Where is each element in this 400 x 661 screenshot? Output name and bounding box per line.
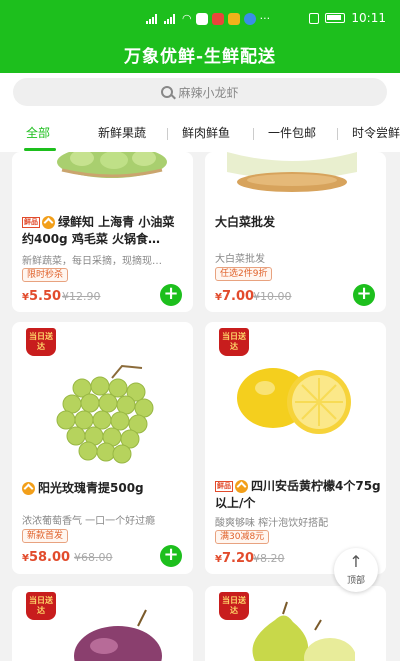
fresh-badge: 鲜品 [215, 481, 233, 492]
category-tabs: 全部 新鲜果蔬 鲜肉鲜鱼 一件包邮 时令尝鲜 [0, 118, 400, 152]
product-desc: 大白菜批发 [215, 254, 265, 265]
status-icons: ◠ ··· [146, 12, 270, 25]
wechat-icon [195, 12, 208, 25]
signal-icon [164, 13, 178, 24]
tab-divider [253, 128, 254, 140]
tab-divider [167, 128, 168, 140]
product-image [252, 601, 355, 661]
promo-tag: 满30减8元 [215, 530, 270, 544]
daily-delivery-badge: 当日送达 [26, 592, 56, 620]
promo-tag: 新款首发 [22, 529, 69, 543]
product-price: ¥7.20 [215, 551, 255, 566]
tab-all[interactable]: 全部 [26, 124, 50, 141]
product-price: ¥5.50 [22, 289, 62, 304]
app-notification-icon [243, 12, 256, 25]
daily-delivery-badge: 当日送达 [219, 328, 249, 356]
more-icon: ··· [259, 12, 271, 25]
product-desc: 浓浓葡萄香气 一口一个好过瘾 [22, 516, 156, 527]
orange-badge-icon [42, 216, 55, 229]
add-to-cart-button[interactable]: + [353, 284, 375, 306]
page-title: 万象优鲜-生鲜配送 [123, 47, 277, 67]
product-name: 鲜品 绿鲜知 上海青 小油菜 约400g 鸡毛菜 火锅食… [22, 215, 175, 246]
product-price: ¥58.00 [22, 550, 71, 565]
original-price: ¥8.20 [253, 552, 285, 565]
add-to-cart-button[interactable]: + [160, 284, 182, 306]
search-input[interactable]: 麻辣小龙虾 [13, 78, 387, 106]
promo-tag: 限时秒杀 [22, 268, 69, 282]
nfc-icon [309, 12, 320, 24]
back-to-top-button[interactable]: ↑ 顶部 [334, 548, 378, 592]
status-right: 10:11 [309, 11, 386, 25]
wifi-icon: ◠ [182, 12, 192, 25]
product-image [227, 152, 357, 192]
original-price: ¥12.90 [62, 290, 101, 303]
product-price: ¥7.00 [215, 289, 255, 304]
product-card[interactable]: 当日送达 [12, 586, 193, 661]
product-desc: 新鲜蔬菜，每日采摘，现摘现… [22, 256, 162, 267]
search-icon [161, 86, 174, 98]
original-price: ¥10.00 [253, 290, 292, 303]
daily-delivery-badge: 当日送达 [26, 328, 56, 356]
app-notification-icon [211, 12, 224, 25]
promo-tag: 任选2件9折 [215, 267, 273, 281]
orange-badge-icon [235, 480, 248, 493]
tab-fresh-produce[interactable]: 新鲜果蔬 [98, 124, 146, 141]
product-card[interactable]: 大白菜批发 大白菜批发 任选2件9折 ¥7.00 ¥10.00 + [205, 152, 386, 312]
status-bar: ◠ ··· 10:11 [0, 0, 400, 34]
battery-icon [325, 13, 346, 23]
product-image [56, 364, 154, 464]
product-name: 鲜品 四川安岳黄柠檬4个75g以上/个 [215, 479, 381, 510]
product-image [57, 152, 167, 178]
product-desc: 酸爽够味 榨汁泡饮好搭配 [215, 518, 329, 529]
product-name: 阳光玫瑰青提500g [22, 480, 188, 497]
fresh-badge: 鲜品 [22, 217, 40, 228]
tab-divider [337, 128, 338, 140]
add-to-cart-button[interactable]: + [160, 545, 182, 567]
product-card[interactable]: 当日送达 阳光玫瑰青提500g 浓浓葡萄香气 一口一个好过瘾 新款首发 ¥58.… [12, 322, 193, 574]
product-name: 大白菜批发 [215, 215, 276, 229]
tab-meat-fish[interactable]: 鲜肉鲜鱼 [182, 124, 230, 141]
product-card[interactable]: 鲜品 绿鲜知 上海青 小油菜 约400g 鸡毛菜 火锅食… 新鲜蔬菜，每日采摘，现… [12, 152, 193, 312]
signal-icon [146, 13, 160, 24]
orange-badge-icon [22, 482, 35, 495]
product-card[interactable]: 当日送达 [205, 586, 386, 661]
back-to-top-label: 顶部 [346, 576, 365, 586]
active-tab-indicator [24, 148, 56, 151]
status-time: 10:11 [351, 11, 386, 25]
app-notification-icon [227, 12, 240, 25]
search-placeholder: 麻辣小龙虾 [178, 85, 239, 100]
original-price: ¥68.00 [74, 551, 113, 564]
arrow-up-icon: ↑ [349, 552, 363, 571]
tab-free-shipping[interactable]: 一件包邮 [268, 124, 316, 141]
app-header: ◠ ··· 10:11 万象优鲜-生鲜配送 [0, 0, 400, 73]
product-image [74, 609, 162, 661]
product-card[interactable]: 当日送达 鲜品 四川安岳黄柠檬4个75g以上/个 酸爽够味 榨汁泡饮好搭配 满30… [205, 322, 386, 574]
search-bar-container: 麻辣小龙虾 [0, 73, 400, 118]
product-image [237, 368, 351, 434]
tab-seasonal[interactable]: 时令尝鲜 [352, 124, 400, 141]
